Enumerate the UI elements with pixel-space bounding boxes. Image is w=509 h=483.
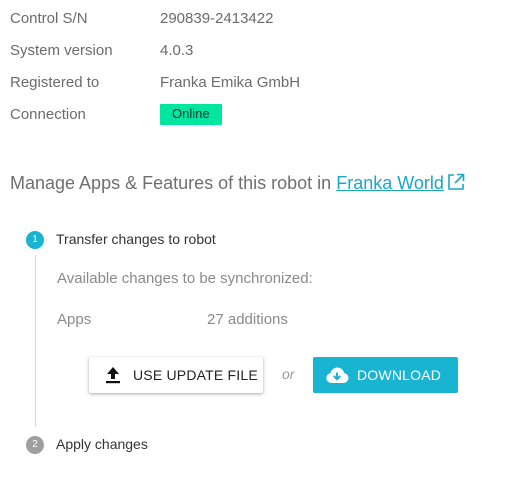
step-2-label[interactable]: Apply changes bbox=[56, 435, 148, 453]
franka-world-link[interactable]: Franka World bbox=[336, 173, 444, 193]
manage-apps-text: Manage Apps & Features of this robot in … bbox=[10, 173, 465, 196]
step-2-number: 2 bbox=[26, 436, 44, 454]
manage-apps-label: Manage Apps & Features of this robot in bbox=[10, 173, 337, 193]
external-link-icon[interactable] bbox=[447, 173, 465, 196]
step-1-number: 1 bbox=[26, 231, 44, 249]
connection-label: Connection bbox=[10, 106, 86, 123]
serial-value: 290839-2413422 bbox=[160, 10, 274, 27]
system-version-row: System version 4.0.3 bbox=[10, 41, 500, 61]
use-update-file-button[interactable]: USE UPDATE FILE bbox=[89, 357, 263, 393]
connection-status-badge: Online bbox=[160, 104, 222, 125]
apps-label: Apps bbox=[57, 311, 92, 328]
registered-value: Franka Emika GmbH bbox=[160, 74, 301, 91]
cloud-download-icon bbox=[325, 366, 349, 384]
serial-row: Control S/N 290839-2413422 bbox=[10, 9, 500, 29]
registered-label: Registered to bbox=[10, 74, 100, 91]
registered-row: Registered to Franka Emika GmbH bbox=[10, 73, 500, 93]
upload-icon bbox=[105, 366, 121, 384]
serial-label: Control S/N bbox=[10, 10, 88, 27]
connection-row: Connection Online bbox=[10, 104, 500, 125]
use-update-file-label: USE UPDATE FILE bbox=[133, 367, 258, 383]
or-separator: or bbox=[282, 366, 295, 382]
apps-additions-value: 27 additions bbox=[207, 311, 288, 328]
stepper-connector bbox=[35, 255, 36, 427]
available-changes-text: Available changes to be synchronized: bbox=[57, 270, 313, 287]
system-version-value: 4.0.3 bbox=[160, 42, 194, 59]
step-1-label[interactable]: Transfer changes to robot bbox=[56, 230, 216, 248]
download-label: DOWNLOAD bbox=[357, 367, 442, 383]
download-button[interactable]: DOWNLOAD bbox=[313, 357, 458, 393]
system-version-label: System version bbox=[10, 42, 113, 59]
